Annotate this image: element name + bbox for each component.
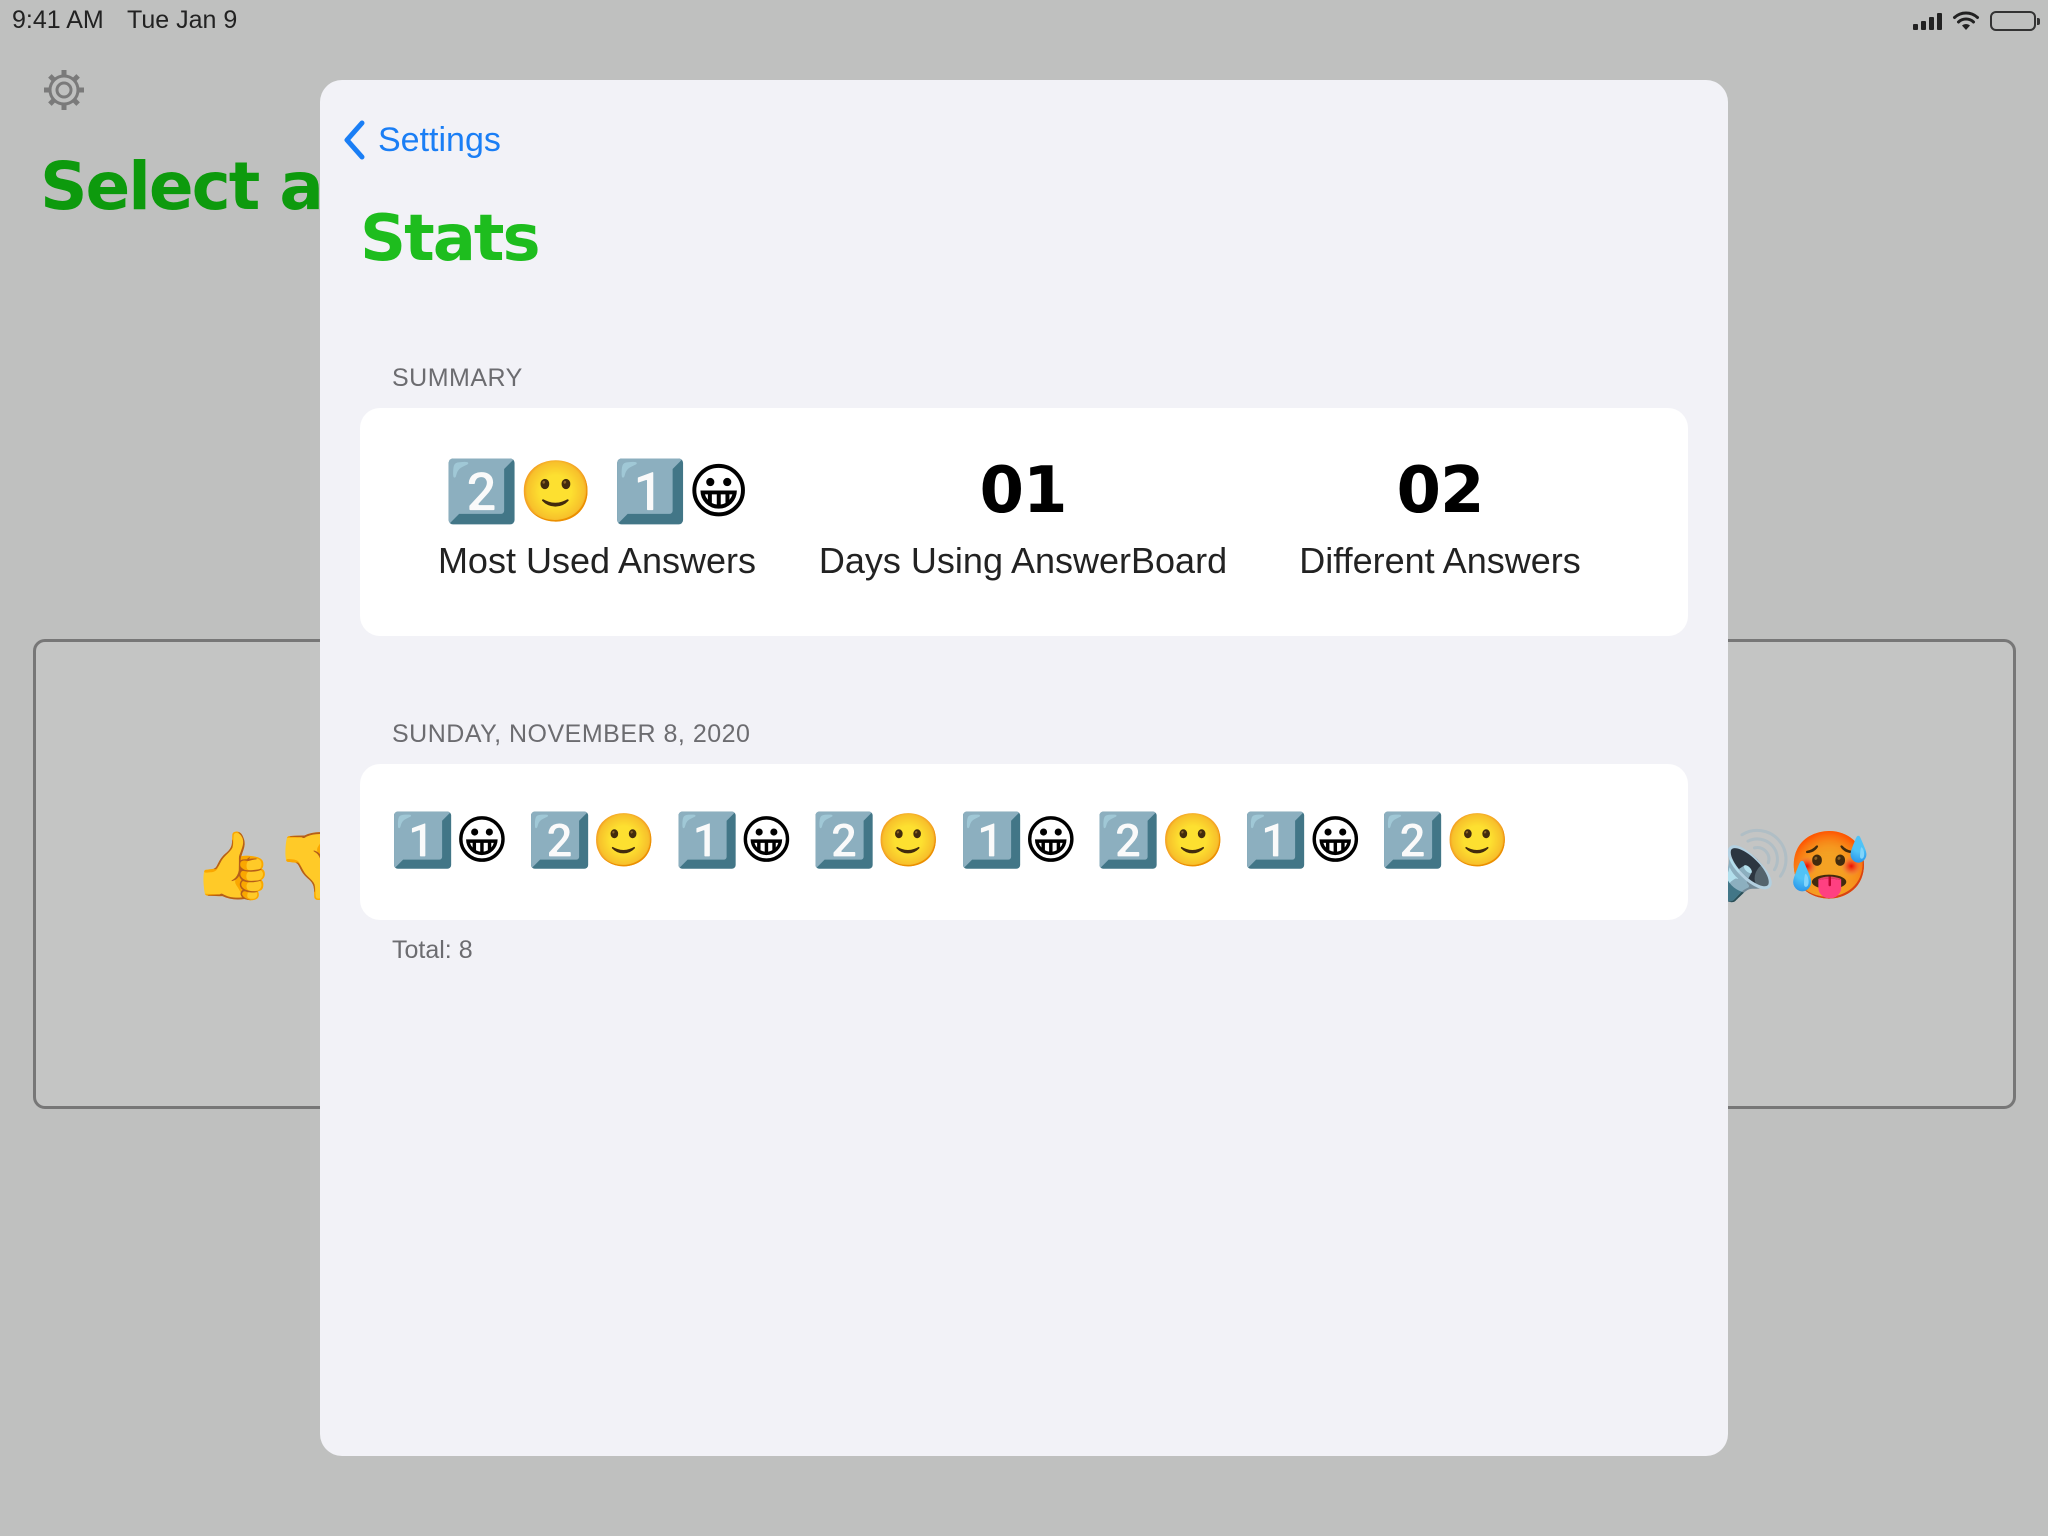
days-using-value: 01 [979, 454, 1067, 528]
answer-item: 1️⃣😀 [674, 812, 794, 870]
most-used-answers-label: Most Used Answers [437, 540, 757, 581]
answer-item: 1️⃣😀 [1243, 812, 1363, 870]
gear-icon[interactable] [40, 66, 88, 114]
different-answers-label: Different Answers [1299, 540, 1581, 581]
answer-item: 2️⃣🙂 [811, 812, 941, 870]
answer-item: 2️⃣🙂 [1095, 812, 1226, 870]
stats-sheet: Settings Stats SUMMARY 2️⃣🙂 1️⃣😀 Most Us… [320, 80, 1728, 1456]
status-bar: 9:41 AM Tue Jan 9 [0, 0, 2048, 40]
status-date: Tue Jan 9 [127, 6, 238, 34]
battery-icon [1990, 11, 2040, 31]
day-answers-card: 1️⃣😀 2️⃣🙂 1️⃣😀 2️⃣🙂 1️⃣😀 2️⃣🙂 1️⃣😀 2️⃣🙂 [360, 764, 1688, 920]
signal-icon [1913, 12, 1942, 30]
most-used-answers-value: 2️⃣🙂 1️⃣😀 [444, 456, 750, 527]
day-answers-list: 1️⃣😀 2️⃣🙂 1️⃣😀 2️⃣🙂 1️⃣😀 2️⃣🙂 1️⃣😀 2️⃣🙂 [390, 804, 1510, 878]
day-header: SUNDAY, NOVEMBER 8, 2020 [392, 720, 751, 748]
days-using-label: Days Using AnswerBoard [818, 540, 1228, 581]
status-icons [1913, 8, 2040, 34]
background-emoji-right-b[interactable]: 🥵 [1788, 832, 1870, 898]
answer-item: 1️⃣😀 [390, 812, 509, 870]
wifi-icon [1953, 11, 1979, 30]
answer-item: 2️⃣🙂 [526, 812, 657, 870]
back-button-label: Settings [378, 120, 501, 159]
chevron-left-icon [344, 120, 365, 160]
page-title: Stats [360, 202, 541, 276]
summary-days-using: 01 Days Using AnswerBoard [813, 454, 1233, 582]
summary-different-answers: 02 Different Answers [1230, 454, 1650, 582]
summary-header: SUMMARY [392, 364, 523, 392]
total-count: Total: 8 [392, 936, 473, 964]
status-time: 9:41 AM [12, 6, 104, 34]
answer-item: 2️⃣🙂 [1380, 812, 1510, 870]
summary-most-used: 2️⃣🙂 1️⃣😀 Most Used Answers [387, 456, 807, 582]
back-button[interactable]: Settings [342, 112, 501, 168]
different-answers-value: 02 [1396, 454, 1484, 528]
answer-item: 1️⃣😀 [958, 812, 1078, 870]
summary-card: 2️⃣🙂 1️⃣😀 Most Used Answers 01 Days Usin… [360, 408, 1688, 636]
